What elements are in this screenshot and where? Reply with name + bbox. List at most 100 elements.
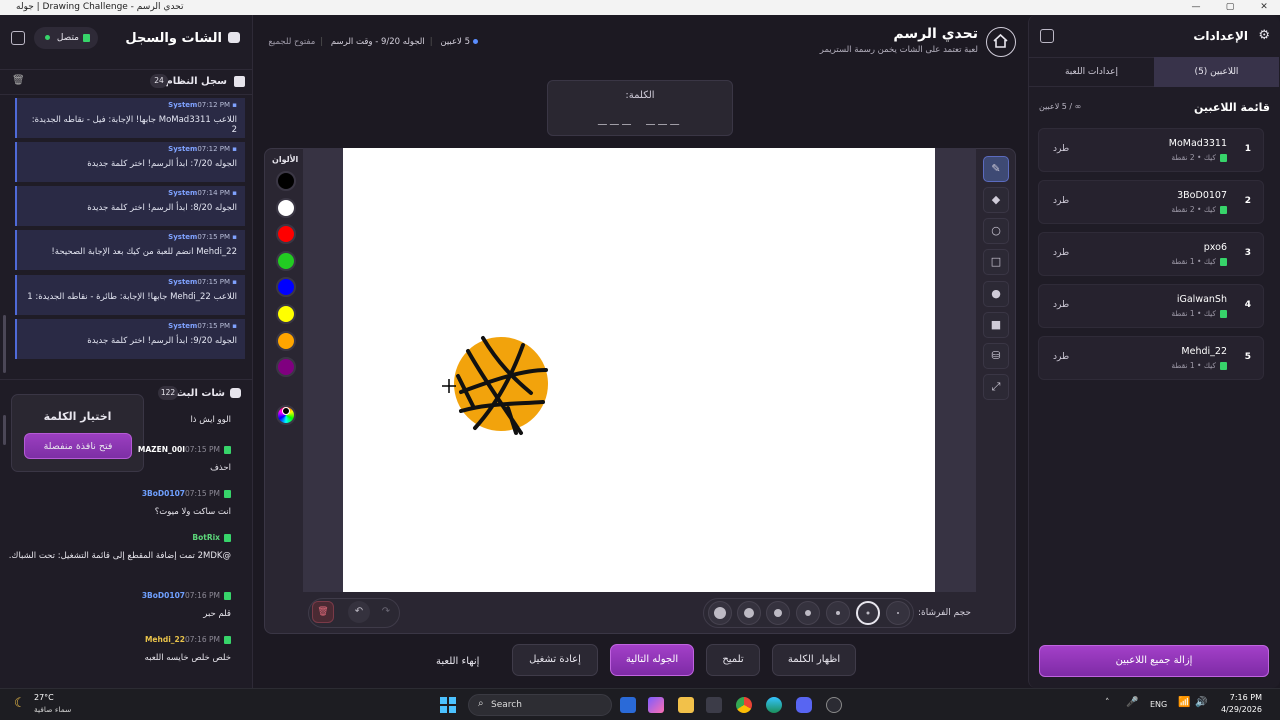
undo-button[interactable]: ↶ bbox=[348, 601, 370, 623]
system-message-meta: ▪ System07:15 PM bbox=[168, 322, 237, 330]
security-app-icon[interactable] bbox=[620, 697, 636, 713]
kick-player-button[interactable]: طرد bbox=[1053, 248, 1069, 258]
chat-username: MAZEN_00I bbox=[137, 445, 185, 454]
replay-button[interactable]: إعادة تشغيل bbox=[512, 644, 598, 676]
brush-size-1-selected[interactable] bbox=[856, 601, 880, 625]
clock-date[interactable]: 4/29/2026 bbox=[1212, 705, 1262, 714]
player-rank: 2 bbox=[1244, 196, 1251, 206]
volume-icon[interactable]: 🔊 bbox=[1195, 697, 1207, 708]
drawing-canvas[interactable] bbox=[343, 148, 935, 592]
trash-icon: 🗑 bbox=[317, 607, 329, 617]
hint-button[interactable]: تلميح bbox=[706, 644, 760, 676]
close-icon[interactable]: ✕ bbox=[1252, 0, 1276, 15]
collapse-panel-icon[interactable] bbox=[11, 31, 25, 45]
color-swatch[interactable] bbox=[276, 197, 296, 218]
pencil-tool[interactable]: ✎ bbox=[983, 156, 1009, 182]
player-name: Mehdi_22 bbox=[1181, 346, 1227, 357]
syslog-scrollbar[interactable] bbox=[3, 315, 6, 373]
syslog-title: سجل النظام bbox=[165, 76, 227, 87]
eraser-icon: ◆ bbox=[991, 193, 1001, 206]
color-swatch[interactable] bbox=[276, 250, 296, 271]
word-label: الكلمة: bbox=[625, 90, 655, 101]
syslog-header[interactable]: سجل النظام 24 🗑 bbox=[0, 69, 253, 95]
chat-bubble-icon: ▪ bbox=[230, 278, 237, 286]
rectangle-outline-icon: □ bbox=[990, 255, 1002, 268]
chat-message: 3BoD010707:15 PM انت ساكت ولا ميوت؟ bbox=[0, 489, 245, 519]
chat-username: Mehdi_22 bbox=[144, 635, 185, 644]
clock-time[interactable]: 7:16 PM bbox=[1222, 693, 1262, 702]
system-message-text: الجوله 7/20: ابدأ الرسم! اختر كلمة جديدة bbox=[87, 159, 237, 169]
home-button[interactable] bbox=[986, 27, 1016, 57]
kick-player-button[interactable]: طرد bbox=[1053, 196, 1069, 206]
filled-rectangle-tool[interactable]: ■ bbox=[983, 312, 1009, 338]
redo-button[interactable]: ↷ bbox=[375, 601, 397, 623]
brush-size-4[interactable] bbox=[766, 601, 790, 625]
kick-player-button[interactable]: طرد bbox=[1053, 144, 1069, 154]
brush-size-0[interactable] bbox=[886, 601, 910, 625]
word-box: الكلمة: ___ ___ bbox=[547, 80, 733, 136]
filled-rectangle-icon: ■ bbox=[990, 318, 1002, 331]
clear-canvas-button[interactable]: 🗑 bbox=[312, 601, 334, 623]
wifi-icon[interactable]: 📶 bbox=[1178, 697, 1190, 708]
info-players: 5 لاعبين bbox=[440, 37, 470, 47]
chat-message-header: Mehdi_2207:16 PM bbox=[0, 635, 231, 644]
rectangle-tool[interactable]: □ bbox=[983, 249, 1009, 275]
redo-icon: ↷ bbox=[381, 606, 391, 617]
discord-icon[interactable] bbox=[796, 697, 812, 713]
collapse-panel-icon[interactable] bbox=[1040, 29, 1054, 43]
show-word-button[interactable]: اظهار الكلمة bbox=[772, 644, 856, 676]
chevron-up-icon[interactable]: ˄ bbox=[1105, 698, 1110, 708]
minimize-icon[interactable]: — bbox=[1184, 0, 1208, 15]
syslog-count: 24 bbox=[150, 74, 168, 88]
color-swatch[interactable] bbox=[276, 330, 296, 351]
system-message: ▪ System07:12 PM الجوله 7/20: ابدأ الرسم!… bbox=[15, 142, 245, 182]
game-title: تحدي الرسم bbox=[893, 26, 978, 42]
edge-icon[interactable] bbox=[766, 697, 782, 713]
kick-icon bbox=[1220, 362, 1227, 370]
kick-icon bbox=[224, 534, 231, 542]
system-message-text: اللاعب Mehdi_22 جابها! الإجابة: طائرة - … bbox=[27, 292, 237, 302]
language-indicator[interactable]: ENG bbox=[1150, 700, 1167, 709]
remove-all-players-button[interactable]: إزالة جميع اللاعبين bbox=[1039, 645, 1269, 677]
taskbar-search[interactable]: ⌕ Search bbox=[468, 694, 612, 716]
colors-label: الألوان bbox=[272, 155, 299, 164]
brush-size-2[interactable] bbox=[826, 601, 850, 625]
circle-tool[interactable]: ○ bbox=[983, 218, 1009, 244]
brush-size-5[interactable] bbox=[737, 601, 761, 625]
copilot-app-icon[interactable] bbox=[648, 697, 664, 713]
filled-circle-tool[interactable]: ● bbox=[983, 281, 1009, 307]
gear-icon: ⚙ bbox=[1258, 28, 1270, 43]
end-game-button[interactable]: إنهاء اللعبة bbox=[436, 656, 479, 667]
tab-game-settings[interactable]: إعدادات اللعبة bbox=[1029, 57, 1154, 87]
line-tool[interactable]: ⤢ bbox=[983, 374, 1009, 400]
brush-size-3[interactable] bbox=[796, 601, 820, 625]
info-icon bbox=[234, 76, 245, 87]
chat-log-panel: الشات والسجل متصل سجل النظام 24 🗑 شات ال… bbox=[0, 15, 253, 688]
tab-players[interactable]: اللاعبين (5) bbox=[1154, 57, 1279, 87]
trash-icon[interactable]: 🗑 bbox=[12, 75, 25, 86]
app-icon[interactable] bbox=[826, 697, 842, 713]
chat-message-text: قلم حبر bbox=[203, 609, 231, 619]
windows-start-icon[interactable] bbox=[440, 697, 456, 713]
eraser-tool[interactable]: ◆ bbox=[983, 187, 1009, 213]
brush-size-6[interactable] bbox=[708, 601, 732, 625]
color-swatch[interactable] bbox=[276, 171, 296, 191]
status-dot-icon bbox=[473, 39, 478, 44]
color-swatch[interactable] bbox=[276, 304, 296, 324]
kick-player-button[interactable]: طرد bbox=[1053, 352, 1069, 362]
custom-color-picker[interactable] bbox=[276, 405, 296, 425]
kick-icon bbox=[83, 33, 90, 42]
kick-icon bbox=[224, 490, 231, 498]
game-subtitle: لعبة تعتمد على الشات يخمن رسمة الستريمر bbox=[819, 45, 978, 55]
file-explorer-icon[interactable] bbox=[678, 697, 694, 713]
chrome-icon[interactable] bbox=[736, 697, 752, 713]
chat-message: الوو ايش ذا bbox=[0, 413, 245, 427]
store-app-icon[interactable] bbox=[706, 697, 722, 713]
next-round-button[interactable]: الجوله التالية bbox=[610, 644, 694, 676]
microphone-icon[interactable]: 🎤 bbox=[1126, 697, 1138, 708]
info-open: مفتوح للجميع bbox=[268, 37, 316, 47]
pencil-icon: ✎ bbox=[991, 162, 1001, 175]
fill-bucket-tool[interactable]: ⛁ bbox=[983, 343, 1009, 369]
maximize-icon[interactable]: ▢ bbox=[1218, 0, 1242, 15]
kick-player-button[interactable]: طرد bbox=[1053, 300, 1069, 310]
